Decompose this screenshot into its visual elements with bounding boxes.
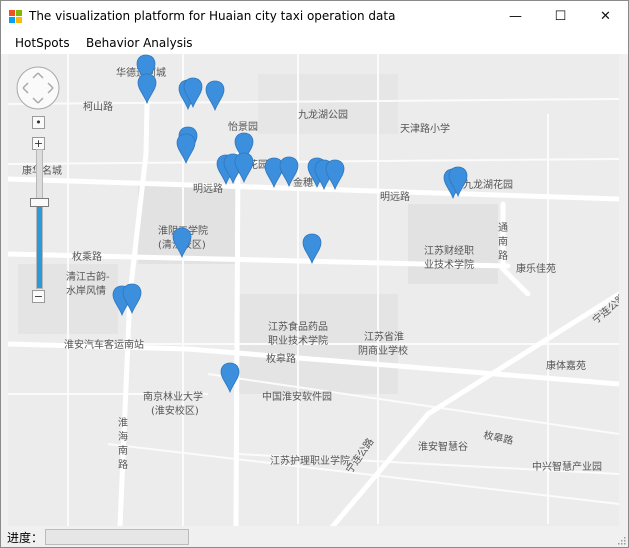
map-label: 枚皋路 (266, 352, 296, 365)
map-label: 清江古韵- (66, 270, 110, 283)
map-label: 九龙湖花园 (463, 178, 513, 191)
minimize-icon: — (509, 9, 522, 24)
map-label: 枚皋路 (482, 428, 514, 447)
map-marker-icon[interactable] (137, 73, 157, 105)
map-label: 南 (498, 235, 508, 248)
map-label: 通 (498, 222, 508, 234)
zoom-level-fill (37, 202, 42, 288)
menu-behavior-analysis[interactable]: Behavior Analysis (86, 36, 193, 50)
map-label: 淮 (118, 417, 128, 429)
map-label: 江苏省淮 (364, 330, 404, 343)
zoom-out-button[interactable]: − (32, 290, 45, 303)
map-area-block (408, 204, 498, 284)
map-label: 路 (118, 458, 128, 471)
minimize-button[interactable]: — (493, 1, 538, 32)
pan-control[interactable] (16, 66, 60, 110)
map-label: 枚乘路 (72, 250, 102, 263)
window-title: The visualization platform for Huaian ci… (29, 9, 396, 23)
map-label: 职业技术学院 (268, 334, 328, 347)
map-label: 阴商业学校 (358, 344, 408, 357)
maximize-icon: ☐ (554, 9, 567, 24)
map-view[interactable]: 华德运河城 柯山路 九龙湖公园 天津路小学 怡景园 康华名城 花园 明远路 金穗… (8, 54, 619, 526)
map-label: 淮安智慧谷 (418, 440, 468, 453)
map-label: 中国淮安软件园 (262, 390, 332, 403)
map-label: 江苏财经职 (424, 244, 474, 257)
map-label: 路 (498, 249, 508, 262)
map-label: 淮安汽车客运南站 (64, 338, 144, 351)
map-label: 江苏护理职业学院 (270, 454, 350, 467)
map-marker-icon[interactable] (122, 283, 142, 315)
map-label: 康乐佳苑 (516, 262, 556, 275)
map-canvas[interactable]: 华德运河城 柯山路 九龙湖公园 天津路小学 怡景园 康华名城 花园 明远路 金穗… (8, 54, 619, 526)
map-label: 江苏食品药品 (268, 320, 328, 333)
map-label: 柯山路 (83, 100, 113, 113)
menu-hotspots[interactable]: HotSpots (15, 36, 70, 50)
map-label: 天津路小学 (400, 122, 450, 135)
map-label: 水岸风情 (66, 284, 106, 297)
zoom-slider[interactable] (36, 149, 43, 289)
status-bar: 进度： (1, 527, 628, 547)
menu-bar: HotSpots Behavior Analysis (1, 32, 628, 54)
center-icon: • (35, 116, 42, 129)
map-marker-icon[interactable] (205, 80, 225, 112)
title-bar[interactable]: The visualization platform for Huaian ci… (1, 1, 628, 32)
zoom-out-icon: − (33, 290, 44, 303)
map-label: 明远路 (380, 190, 410, 203)
map-label: 康体嘉苑 (546, 359, 586, 372)
map-label: 中兴智慧产业园 (532, 460, 602, 473)
map-label: 明远路 (193, 182, 223, 195)
zoom-slider-thumb[interactable] (30, 198, 49, 208)
map-marker-icon[interactable] (325, 159, 345, 191)
map-label: 金穗 (293, 176, 313, 189)
map-area-block (138, 184, 238, 264)
progress-label: 进度： (7, 531, 44, 545)
map-center-button[interactable]: • (32, 116, 45, 129)
map-label: 海 (118, 430, 128, 443)
progress-bar (45, 529, 189, 545)
close-button[interactable]: ✕ (583, 1, 628, 32)
map-label: 南 (118, 444, 128, 457)
map-label: 九龙湖公园 (298, 108, 348, 121)
maximize-button[interactable]: ☐ (538, 1, 583, 32)
app-window: The visualization platform for Huaian ci… (0, 0, 629, 548)
map-label: 怡景园 (228, 120, 258, 133)
map-marker-icon[interactable] (176, 133, 196, 165)
app-icon (9, 10, 22, 23)
close-icon: ✕ (600, 9, 611, 24)
map-label: 业技术学院 (424, 258, 474, 271)
map-label: (淮安校区) (151, 404, 199, 417)
resize-grip-icon[interactable] (616, 535, 626, 545)
map-label: 南京林业大学 (143, 390, 203, 403)
